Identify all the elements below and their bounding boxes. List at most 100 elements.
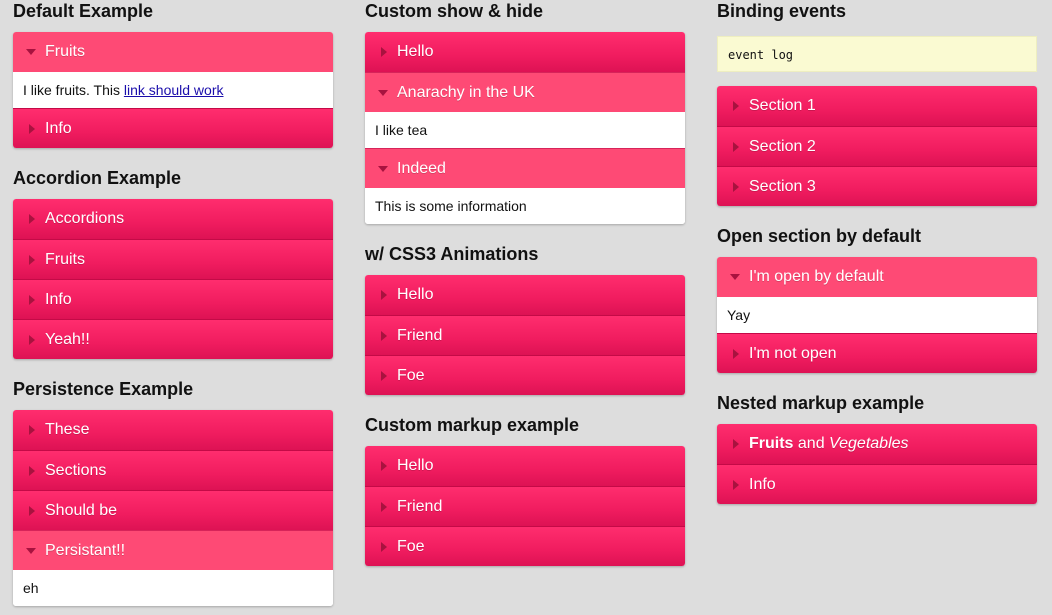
chevron-right-icon — [29, 124, 35, 134]
summary-label: Info — [45, 291, 72, 308]
summary-hello[interactable]: Hello — [365, 446, 685, 486]
summary-label: Fruits — [45, 43, 85, 60]
chevron-right-icon — [733, 349, 739, 359]
summary-label: Hello — [397, 43, 434, 60]
accordion-item: Info — [13, 108, 333, 148]
summary-info[interactable]: Info — [13, 108, 333, 148]
summary-foe[interactable]: Foe — [365, 526, 685, 566]
chevron-right-icon — [733, 101, 739, 111]
css3-animations-accordion: Hello Friend Foe — [365, 275, 685, 395]
default-example-section: Default Example Fruits I like fruits. Th… — [13, 0, 333, 148]
accordion-item: Sections — [13, 450, 333, 490]
details-content: eh — [13, 570, 333, 606]
nested-markup-title: Nested markup example — [717, 393, 925, 413]
summary-not-open[interactable]: I'm not open — [717, 333, 1037, 373]
summary-fruits[interactable]: Fruits — [13, 32, 333, 72]
content-link[interactable]: link should work — [124, 82, 224, 98]
summary-label: Info — [749, 476, 776, 493]
chevron-right-icon — [29, 335, 35, 345]
summary-label-italic: Vegetables — [829, 435, 909, 452]
css3-animations-section: w/ CSS3 Animations Hello Friend Foe — [365, 243, 685, 395]
accordion-example-section: Accordion Example Accordions Fruits Info — [13, 167, 333, 359]
summary-section-2[interactable]: Section 2 — [717, 126, 1037, 166]
chevron-right-icon — [733, 182, 739, 192]
summary-label: Section 2 — [749, 138, 816, 155]
accordion-item: Section 2 — [717, 126, 1037, 166]
summary-hello[interactable]: Hello — [365, 275, 685, 315]
accordion-item: I'm not open — [717, 333, 1037, 373]
accordion-item: Fruits I like fruits. This link should w… — [13, 32, 333, 108]
accordion-item: Friend — [365, 486, 685, 526]
accordion-item: Should be — [13, 490, 333, 530]
persistence-example-accordion: These Sections Should be Persistant!! eh — [13, 410, 333, 606]
chevron-down-icon — [378, 90, 388, 96]
accordion-item: Fruits and Vegetables — [717, 424, 1037, 464]
css3-animations-title: w/ CSS3 Animations — [365, 244, 539, 264]
summary-hello[interactable]: Hello — [365, 32, 685, 72]
summary-persistant[interactable]: Persistant!! — [13, 530, 333, 570]
binding-events-section: Binding events event log Section 1 Secti… — [717, 0, 1037, 206]
accordion-item: Foe — [365, 355, 685, 395]
chevron-right-icon — [29, 466, 35, 476]
accordion-item: Indeed This is some information — [365, 148, 685, 224]
summary-info[interactable]: Info — [13, 279, 333, 319]
chevron-right-icon — [381, 542, 387, 552]
accordion-item: I'm open by default Yay — [717, 257, 1037, 333]
summary-label: Foe — [397, 538, 425, 555]
summary-label: Should be — [45, 502, 118, 519]
summary-should-be[interactable]: Should be — [13, 490, 333, 530]
summary-info[interactable]: Info — [717, 464, 1037, 504]
custom-markup-accordion: Hello Friend Foe — [365, 446, 685, 566]
chevron-right-icon — [381, 371, 387, 381]
summary-label: Friend — [397, 498, 443, 515]
summary-label: Section 1 — [749, 97, 816, 114]
summary-accordions[interactable]: Accordions — [13, 199, 333, 239]
accordion-item: Persistant!! eh — [13, 530, 333, 606]
summary-anarachy[interactable]: Anarachy in the UK — [365, 72, 685, 112]
summary-open-by-default[interactable]: I'm open by default — [717, 257, 1037, 297]
summary-friend[interactable]: Friend — [365, 486, 685, 526]
accordion-item: Fruits — [13, 239, 333, 279]
chevron-right-icon — [381, 502, 387, 512]
summary-label: Hello — [397, 457, 434, 474]
accordion-item: Info — [717, 464, 1037, 504]
summary-fruits-and-vegetables[interactable]: Fruits and Vegetables — [717, 424, 1037, 464]
summary-these[interactable]: These — [13, 410, 333, 450]
summary-yeah[interactable]: Yeah!! — [13, 319, 333, 359]
summary-section-1[interactable]: Section 1 — [717, 86, 1037, 126]
summary-label: Persistant!! — [45, 542, 126, 559]
accordion-item: Info — [13, 279, 333, 319]
chevron-right-icon — [381, 47, 387, 57]
accordion-item: Yeah!! — [13, 319, 333, 359]
accordion-item: Hello — [365, 275, 685, 315]
chevron-right-icon — [381, 331, 387, 341]
custom-show-hide-title: Custom show & hide — [365, 1, 544, 21]
custom-show-hide-accordion: Hello Anarachy in the UK I like tea Inde… — [365, 32, 685, 224]
open-by-default-section: Open section by default I'm open by defa… — [717, 225, 1037, 373]
summary-foe[interactable]: Foe — [365, 355, 685, 395]
summary-section-3[interactable]: Section 3 — [717, 166, 1037, 206]
details-content: Yay — [717, 297, 1037, 333]
summary-sections[interactable]: Sections — [13, 450, 333, 490]
persistence-example-title: Persistence Example — [13, 379, 194, 399]
chevron-right-icon — [733, 439, 739, 449]
summary-label: Indeed — [397, 160, 446, 177]
chevron-right-icon — [381, 461, 387, 471]
persistence-example-section: Persistence Example These Sections Shoul… — [13, 378, 333, 606]
summary-fruits[interactable]: Fruits — [13, 239, 333, 279]
default-example-title: Default Example — [13, 1, 154, 21]
summary-indeed[interactable]: Indeed — [365, 148, 685, 188]
accordion-item: Accordions — [13, 199, 333, 239]
binding-events-title: Binding events — [717, 1, 847, 21]
content-text: I like fruits. This — [23, 82, 124, 98]
summary-label: Fruits — [45, 251, 85, 268]
open-by-default-title: Open section by default — [717, 226, 922, 246]
binding-events-accordion: Section 1 Section 2 Section 3 — [717, 86, 1037, 206]
summary-label: Anarachy in the UK — [397, 84, 535, 101]
summary-friend[interactable]: Friend — [365, 315, 685, 355]
summary-label-mid: and — [793, 435, 830, 452]
summary-label: Foe — [397, 367, 425, 384]
chevron-down-icon — [378, 166, 388, 172]
summary-label: Section 3 — [749, 178, 816, 195]
accordion-item: Section 3 — [717, 166, 1037, 206]
